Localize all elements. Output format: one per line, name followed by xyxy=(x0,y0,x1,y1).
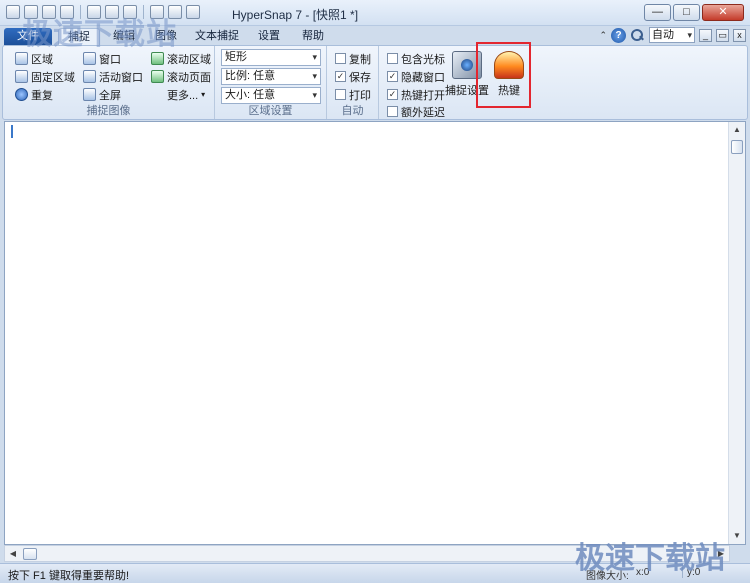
fixed-region-icon xyxy=(15,70,28,83)
collapse-ribbon-icon[interactable]: ⌃ xyxy=(599,30,607,41)
capture-fixed-region-button[interactable]: 固定区域 xyxy=(15,68,75,85)
repeat-capture-button[interactable]: 重复 xyxy=(15,86,53,103)
window-icon xyxy=(83,52,96,65)
horizontal-scroll-thumb[interactable] xyxy=(23,548,37,560)
tab-help[interactable]: 帮助 xyxy=(294,28,332,45)
canvas-area[interactable]: ▲ ▼ xyxy=(4,121,746,545)
maximize-button[interactable]: □ xyxy=(673,4,700,21)
include-cursor-checkbox[interactable]: 包含光标 xyxy=(387,50,445,67)
hotkey-enable-checkbox[interactable]: ✓ 热键打开 xyxy=(387,86,445,103)
minimize-button[interactable]: — xyxy=(644,4,671,21)
auto-print-checkbox[interactable]: 打印 xyxy=(335,86,371,103)
tab-settings[interactable]: 设置 xyxy=(250,28,288,45)
group-label-capture-image: 捕捉图像 xyxy=(86,105,131,117)
auto-save-checkbox[interactable]: ✓ 保存 xyxy=(335,68,371,85)
vertical-scroll-thumb[interactable] xyxy=(731,140,743,154)
scroll-down-arrow-icon[interactable]: ▼ xyxy=(729,528,745,544)
checkbox-checked-icon: ✓ xyxy=(387,89,398,100)
group-capture-image: 区域 固定区域 重复 窗口 活动窗口 全屏 滚动区域 滚动页面 更多... ▾ … xyxy=(3,46,215,119)
checkbox-unchecked xyxy=(387,106,398,117)
customize-toolbar-icon[interactable] xyxy=(186,5,200,19)
checkbox-unchecked xyxy=(335,89,346,100)
repeat-icon xyxy=(15,88,28,101)
ribbon-panel: 区域 固定区域 重复 窗口 活动窗口 全屏 滚动区域 滚动页面 更多... ▾ … xyxy=(2,45,748,120)
ratio-select[interactable]: 比例: 任意 xyxy=(221,68,321,85)
scroll-region-icon xyxy=(151,52,164,65)
app-camera-icon[interactable] xyxy=(6,5,20,19)
capture-scroll-page-button[interactable]: 滚动页面 xyxy=(151,68,211,85)
watermark-bottom: 极速下载站 xyxy=(575,541,725,576)
window-title: HyperSnap 7 - [快照1 *] xyxy=(232,8,359,22)
group-region-settings: 矩形 比例: 任意 大小: 任意 区域设置 xyxy=(215,46,327,119)
shape-select[interactable]: 矩形 xyxy=(221,49,321,66)
capture-fullscreen-button[interactable]: 全屏 xyxy=(83,86,121,103)
close-button[interactable]: ✕ xyxy=(702,4,744,21)
text-caret xyxy=(11,125,13,138)
checkbox-unchecked xyxy=(335,53,346,64)
tabbar-right-controls: ⌃ ? 自动 _ ▭ x xyxy=(599,27,746,43)
hide-window-checkbox[interactable]: ✓ 隐藏窗口 xyxy=(387,68,445,85)
group-label-auto: 自动 xyxy=(341,105,364,117)
region-icon xyxy=(15,52,28,65)
doc-close-button[interactable]: x xyxy=(733,28,746,42)
scroll-up-arrow-icon[interactable]: ▲ xyxy=(729,122,745,138)
scroll-page-icon xyxy=(151,70,164,83)
highlight-box xyxy=(476,42,531,108)
checkbox-unchecked xyxy=(387,53,398,64)
watermark-top: 极速下载站 xyxy=(22,17,177,52)
status-help-text: 按下 F1 键取得重要帮助! xyxy=(8,570,130,582)
auto-copy-checkbox[interactable]: 复制 xyxy=(335,50,371,67)
checkbox-checked-icon: ✓ xyxy=(387,71,398,82)
doc-minimize-button[interactable]: _ xyxy=(699,28,712,42)
more-capture-dropdown[interactable]: 更多... ▾ xyxy=(167,86,205,103)
extra-delay-checkbox[interactable]: 额外延迟 xyxy=(387,103,445,120)
fullscreen-icon xyxy=(83,88,96,101)
active-window-icon xyxy=(83,70,96,83)
dropdown-arrow-icon: ▾ xyxy=(201,90,206,99)
window-controls: — □ ✕ xyxy=(644,4,744,21)
help-icon[interactable]: ? xyxy=(611,27,626,43)
checkbox-checked-icon: ✓ xyxy=(335,71,346,82)
capture-active-window-button[interactable]: 活动窗口 xyxy=(83,68,143,85)
tab-text-capture[interactable]: 文本捕捉 xyxy=(188,28,246,45)
vertical-scrollbar[interactable]: ▲ ▼ xyxy=(728,122,745,544)
group-label-region-settings: 区域设置 xyxy=(248,105,293,117)
zoom-select[interactable]: 自动 xyxy=(649,27,695,43)
scroll-left-arrow-icon[interactable]: ◀ xyxy=(5,546,21,561)
group-auto: 复制 ✓ 保存 打印 自动 xyxy=(327,46,379,119)
search-zoom-icon[interactable] xyxy=(630,28,645,43)
doc-restore-button[interactable]: ▭ xyxy=(716,28,729,42)
